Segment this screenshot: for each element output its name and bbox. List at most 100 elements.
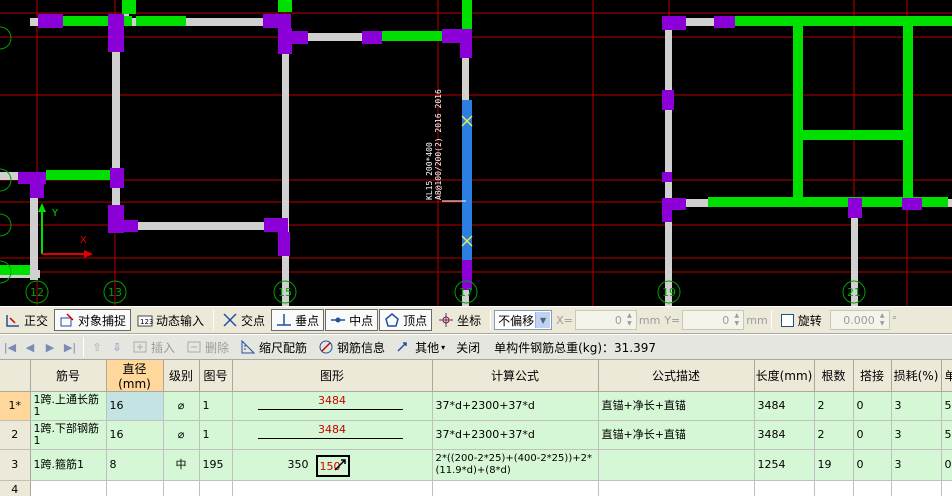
cell-name[interactable]: 1跨.下部钢筋1 (30, 420, 107, 450)
perpendicular-button[interactable]: 垂点 (271, 309, 325, 331)
axis-label-19: 19 (662, 286, 676, 299)
cell-grade[interactable]: ⌀ (163, 420, 200, 450)
column-header[interactable]: 图号 (199, 360, 233, 392)
table-row[interactable]: 4 (0, 480, 952, 496)
move-down-icon[interactable]: ⇩ (107, 337, 127, 357)
cell-length[interactable]: 1254 (754, 449, 815, 481)
column-header[interactable]: 长度(mm) (754, 360, 815, 392)
last-record-icon[interactable]: ▶| (60, 337, 80, 357)
cad-drawing[interactable]: KL15 200*400 A8@100/200(2) 2016 2016 Y X (0, 0, 952, 306)
move-up-icon[interactable]: ⇧ (87, 337, 107, 357)
dynamic-input-button[interactable]: 123 动态输入 (132, 309, 209, 331)
intersection-button[interactable]: 交点 (217, 309, 270, 331)
y-offset-input[interactable]: 0 ▲ ▼ (682, 310, 745, 330)
cell-diameter[interactable]: 16 (106, 420, 164, 450)
cell-shape[interactable]: 350 150 (232, 449, 433, 481)
cell-count[interactable]: 2 (814, 391, 854, 421)
column-header[interactable]: 根数 (814, 360, 854, 392)
table-row[interactable]: 2 1跨.下部钢筋1 16 ⌀ 1 3484 37*d+2300+37*d 直锚… (0, 420, 952, 450)
column-header[interactable]: 公式描述 (598, 360, 755, 392)
column-header[interactable]: 图形 (232, 360, 433, 392)
column-header[interactable]: 计算公式 (432, 360, 599, 392)
cell-length[interactable]: 3484 (754, 420, 815, 450)
cell-name[interactable]: 1跨.上通长筋1 (30, 391, 107, 421)
row-number[interactable]: 3 (0, 449, 31, 481)
table-row[interactable]: 3 1跨.箍筋1 8 中 195 350 150 2*((200-2*25)+(… (0, 449, 952, 481)
cell-diameter[interactable]: 8 (106, 449, 164, 481)
first-record-icon[interactable]: |◀ (0, 337, 20, 357)
prev-record-icon[interactable]: ◀ (20, 337, 40, 357)
cell-unit-weight[interactable]: 5. (941, 420, 952, 450)
cell-loss[interactable]: 3 (891, 391, 942, 421)
cell-unit-weight[interactable] (941, 480, 952, 496)
cell-unit-weight[interactable]: 5. (941, 391, 952, 421)
cell-shape[interactable]: 3484 (232, 420, 433, 450)
close-button[interactable]: 关闭 (451, 336, 485, 358)
cell-shape[interactable]: 3484 (232, 391, 433, 421)
other-menu-button[interactable]: 其他 ▾ (391, 336, 450, 358)
cell-loss[interactable]: 3 (891, 449, 942, 481)
cell-formula[interactable]: 2*((200-2*25)+(400-2*25))+2*(11.9*d)+(8*… (432, 449, 599, 481)
offset-mode-select[interactable]: 不偏移 ▼ (494, 310, 553, 330)
column-header[interactable]: 搭接 (853, 360, 892, 392)
next-record-icon[interactable]: ▶ (40, 337, 60, 357)
cell-figure-no[interactable]: 1 (199, 391, 233, 421)
snap-toolbar: 正交 对象捕捉 123 动态输入 交点 垂点 中点 顶点 坐标 不偏移 ▼ X=… (0, 306, 952, 334)
column-header[interactable]: 直径(mm) (106, 360, 164, 392)
x-offset-input[interactable]: 0 ▲ ▼ (574, 310, 637, 330)
svg-text:Y: Y (51, 208, 59, 219)
row-number[interactable]: 1* (0, 391, 31, 421)
cell-figure-no[interactable] (199, 480, 233, 496)
cell-grade[interactable]: ⌀ (163, 391, 200, 421)
rotate-checkbox[interactable] (780, 313, 794, 327)
insert-button[interactable]: 插入 (127, 336, 180, 358)
ortho-button[interactable]: 正交 (0, 309, 53, 331)
scale-rebar-button[interactable]: 缩尺配筋 (235, 336, 312, 358)
cell-name[interactable] (30, 480, 107, 496)
cell-count[interactable]: 19 (814, 449, 854, 481)
cell-count[interactable] (814, 480, 854, 496)
cell-formula[interactable]: 37*d+2300+37*d (432, 420, 599, 450)
coordinate-button[interactable]: 坐标 (433, 309, 486, 331)
cell-description[interactable] (598, 480, 755, 496)
cell-length[interactable]: 3484 (754, 391, 815, 421)
cell-loss[interactable] (891, 480, 942, 496)
row-number[interactable]: 4 (0, 480, 31, 496)
cell-loss[interactable]: 3 (891, 420, 942, 450)
cell-grade[interactable]: 中 (163, 449, 200, 481)
column-header[interactable]: 级别 (163, 360, 200, 392)
cell-lap[interactable]: 0 (853, 391, 892, 421)
rotate-angle-input[interactable]: 0.000 ▲ ▼ (829, 310, 890, 330)
cell-lap[interactable] (853, 480, 892, 496)
axis-label-15: 15 (278, 286, 292, 299)
row-number[interactable]: 2 (0, 420, 31, 450)
walls (0, 0, 952, 306)
cell-count[interactable]: 2 (814, 420, 854, 450)
cell-description[interactable]: 直锚+净长+直锚 (598, 420, 755, 450)
cad-canvas[interactable]: KL15 200*400 A8@100/200(2) 2016 2016 Y X (0, 0, 952, 306)
cell-unit-weight[interactable]: 0. (941, 449, 952, 481)
cell-shape[interactable] (232, 480, 433, 496)
cell-name[interactable]: 1跨.箍筋1 (30, 449, 107, 481)
column-header[interactable]: 损耗(%) (891, 360, 942, 392)
cell-formula[interactable]: 37*d+2300+37*d (432, 391, 599, 421)
cell-description[interactable]: 直锚+净长+直锚 (598, 391, 755, 421)
column-header[interactable]: 单 (941, 360, 952, 392)
column-header[interactable]: 筋号 (30, 360, 107, 392)
cell-lap[interactable]: 0 (853, 449, 892, 481)
cell-grade[interactable] (163, 480, 200, 496)
cell-formula[interactable] (432, 480, 599, 496)
cell-description[interactable] (598, 449, 755, 481)
cell-figure-no[interactable]: 195 (199, 449, 233, 481)
table-row[interactable]: 1* 1跨.上通长筋1 16 ⌀ 1 3484 37*d+2300+37*d 直… (0, 391, 952, 421)
cell-length[interactable] (754, 480, 815, 496)
object-snap-button[interactable]: 对象捕捉 (54, 309, 132, 331)
delete-button[interactable]: 删除 (181, 336, 234, 358)
vertex-button[interactable]: 顶点 (379, 309, 433, 331)
midpoint-button[interactable]: 中点 (325, 309, 379, 331)
cell-lap[interactable]: 0 (853, 420, 892, 450)
cell-diameter[interactable] (106, 480, 164, 496)
cell-figure-no[interactable]: 1 (199, 420, 233, 450)
cell-diameter[interactable]: 16 (106, 391, 164, 421)
rebar-info-button[interactable]: 钢筋信息 (313, 336, 390, 358)
